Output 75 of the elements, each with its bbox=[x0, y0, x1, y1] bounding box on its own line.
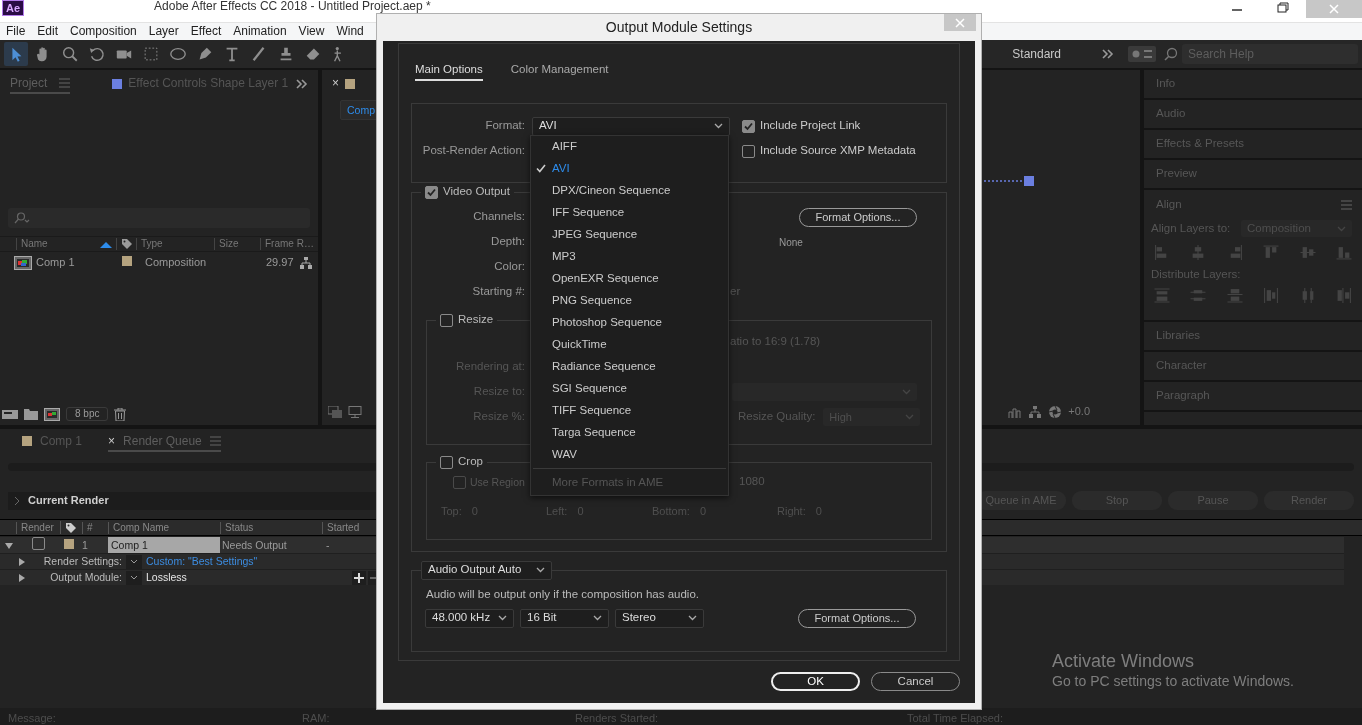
menu-item[interactable]: MP3 bbox=[531, 246, 728, 268]
column-header[interactable]: Status bbox=[220, 521, 322, 534]
menu-item[interactable]: OpenEXR Sequence bbox=[531, 268, 728, 290]
field-label: Post-Render Action: bbox=[421, 144, 526, 159]
menu-item[interactable]: IFF Sequence bbox=[531, 202, 728, 224]
audio-setting-dropdown[interactable]: 16 Bit bbox=[520, 608, 609, 628]
column-header[interactable]: Name bbox=[21, 238, 48, 250]
checkbox-label: Include Source XMP Metadata bbox=[760, 144, 916, 159]
column-header[interactable]: Render bbox=[16, 521, 60, 534]
column-header[interactable]: Comp Name bbox=[108, 521, 220, 534]
field-label: Depth: bbox=[490, 235, 526, 250]
setting-label: Output Module: bbox=[49, 571, 122, 584]
menu-item[interactable]: Targa Sequence bbox=[531, 422, 728, 444]
panel-tab[interactable]: × Render Queue bbox=[108, 431, 221, 453]
exposure-value[interactable]: +0.0 bbox=[1068, 405, 1090, 419]
setting-label: Render Settings: bbox=[42, 555, 122, 568]
menu-item[interactable]: TIFF Sequence bbox=[531, 400, 728, 422]
menu-item[interactable]: WAV bbox=[531, 444, 728, 466]
menu-item[interactable]: AVI bbox=[531, 158, 728, 180]
settings-link[interactable]: Custom: "Best Settings" bbox=[146, 555, 258, 568]
field-label: Starting #: bbox=[471, 285, 526, 300]
app-logo: Ae bbox=[2, 0, 25, 16]
column-header[interactable]: Frame R… bbox=[260, 238, 318, 250]
menu-item[interactable]: View bbox=[292, 24, 331, 39]
close-tab-button[interactable]: × bbox=[332, 73, 339, 95]
menu-item[interactable]: SGI Sequence bbox=[531, 378, 728, 400]
field-label: Channels: bbox=[472, 210, 526, 225]
format-dropdown[interactable]: AVI bbox=[532, 116, 730, 136]
menu-item[interactable]: JPEG Sequence bbox=[531, 224, 728, 246]
menu-item[interactable]: Layer bbox=[142, 24, 185, 39]
menu-item[interactable]: Effect bbox=[184, 24, 228, 39]
checkbox-label: Resize bbox=[458, 313, 494, 328]
audio-setting-dropdown[interactable]: 48.000 kHz bbox=[425, 608, 514, 628]
audio-setting-dropdown[interactable]: Stereo bbox=[615, 608, 704, 628]
dialog-button[interactable]: OK bbox=[771, 672, 860, 691]
activation-title: Activate Windows bbox=[1052, 650, 1196, 672]
setting-value[interactable]: Lossless bbox=[146, 571, 187, 584]
field-label: Format: bbox=[484, 119, 526, 134]
item-type: Composition bbox=[145, 256, 208, 270]
menu-item[interactable]: Radiance Sequence bbox=[531, 356, 728, 378]
close-tab-button[interactable]: × bbox=[108, 433, 116, 449]
window-title: Adobe After Effects CC 2018 - Untitled Project.aep * bbox=[154, 0, 431, 13]
column-header[interactable]: Size bbox=[214, 238, 260, 250]
checkbox-label: Include Project Link bbox=[760, 119, 861, 134]
field-value: None bbox=[779, 236, 803, 248]
checkbox-label: Video Output bbox=[443, 185, 510, 200]
field-label: Color: bbox=[493, 260, 526, 275]
dialog-tab[interactable]: Main Options bbox=[415, 63, 483, 81]
workspace-label[interactable]: Standard bbox=[1012, 46, 1061, 62]
activation-text: Go to PC settings to activate Windows. bbox=[1052, 672, 1294, 690]
status-cell-text: Needs Output bbox=[221, 538, 288, 552]
item-number: 1 bbox=[82, 538, 89, 552]
menu-item[interactable]: Photoshop Sequence bbox=[531, 312, 728, 334]
dialog-tab[interactable]: Color Management bbox=[510, 63, 609, 81]
started-cell-text: - bbox=[325, 538, 331, 552]
audio-output-dropdown[interactable]: Audio Output Auto bbox=[421, 560, 552, 580]
menu-item[interactable]: DPX/Cineon Sequence bbox=[531, 180, 728, 202]
comp-name-cell[interactable]: Comp 1 bbox=[108, 537, 220, 553]
menu-item[interactable]: Wind bbox=[330, 24, 370, 39]
checkbox-label: Crop bbox=[458, 455, 483, 470]
menu-item[interactable]: QuickTime bbox=[531, 334, 728, 356]
menu-item[interactable]: Composition bbox=[64, 24, 143, 39]
bit-depth-button[interactable]: 8 bpc bbox=[66, 407, 109, 421]
menu-item[interactable]: Animation bbox=[227, 24, 293, 39]
column-header[interactable]: Type bbox=[136, 238, 214, 250]
audio-note: Audio will be output only if the composition has audio. bbox=[425, 587, 700, 602]
section-header[interactable]: Current Render bbox=[8, 491, 376, 510]
column-header[interactable]: # bbox=[82, 521, 108, 534]
menu-item[interactable]: Edit bbox=[31, 24, 65, 39]
item-name[interactable]: Comp 1 bbox=[36, 256, 75, 270]
menu-item[interactable]: File bbox=[0, 24, 32, 39]
menu-item[interactable]: AIFF bbox=[531, 136, 728, 158]
dialog-title: Output Module Settings bbox=[605, 19, 753, 36]
menu-item[interactable]: PNG Sequence bbox=[531, 290, 728, 312]
frame-rate: 29.97 bbox=[266, 256, 295, 270]
